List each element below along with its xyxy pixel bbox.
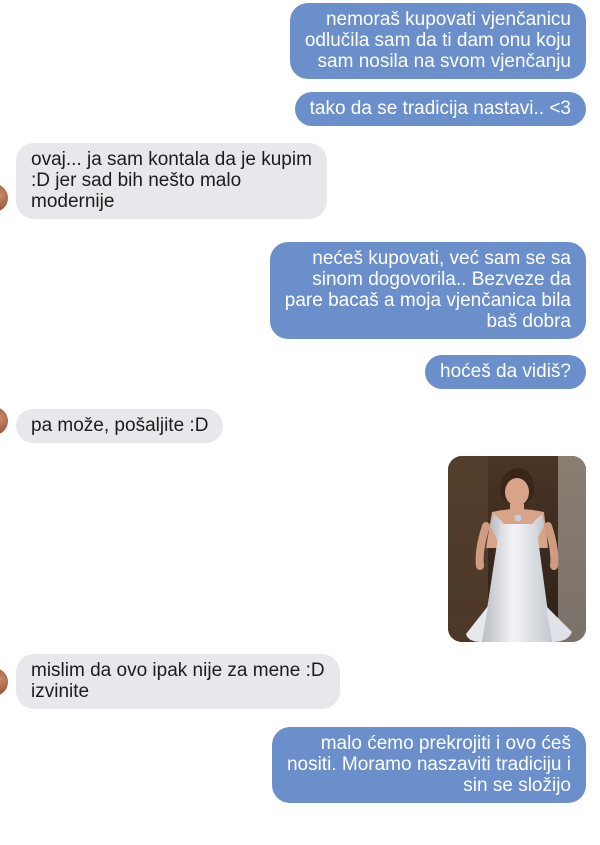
chat-conversation: nemoraš kupovati vjenčanicu odlučila sam… bbox=[0, 0, 600, 845]
message-sent[interactable]: tako da se tradicija nastavi.. <3 bbox=[294, 92, 586, 126]
message-sent[interactable]: hoćeš da vidiš? bbox=[425, 355, 586, 389]
message-sent[interactable]: nećeš kupovati, već sam se sa sinom dogo… bbox=[269, 242, 586, 339]
wedding-dress-photo[interactable] bbox=[448, 456, 586, 642]
message-received[interactable]: pa može, pošaljite :D bbox=[16, 409, 224, 443]
wedding-dress-image bbox=[448, 456, 586, 642]
message-sent[interactable]: nemoraš kupovati vjenčanicu odlučila sam… bbox=[289, 3, 586, 79]
contact-avatar[interactable] bbox=[0, 407, 8, 435]
message-received[interactable]: ovaj... ja sam kontala da je kupim :D je… bbox=[16, 143, 327, 219]
message-sent[interactable]: malo ćemo prekrojiti i ovo ćeš nositi. M… bbox=[271, 727, 586, 803]
contact-avatar[interactable] bbox=[0, 668, 8, 696]
message-received[interactable]: mislim da ovo ipak nije za mene :D izvin… bbox=[16, 654, 340, 709]
contact-avatar[interactable] bbox=[0, 184, 8, 212]
